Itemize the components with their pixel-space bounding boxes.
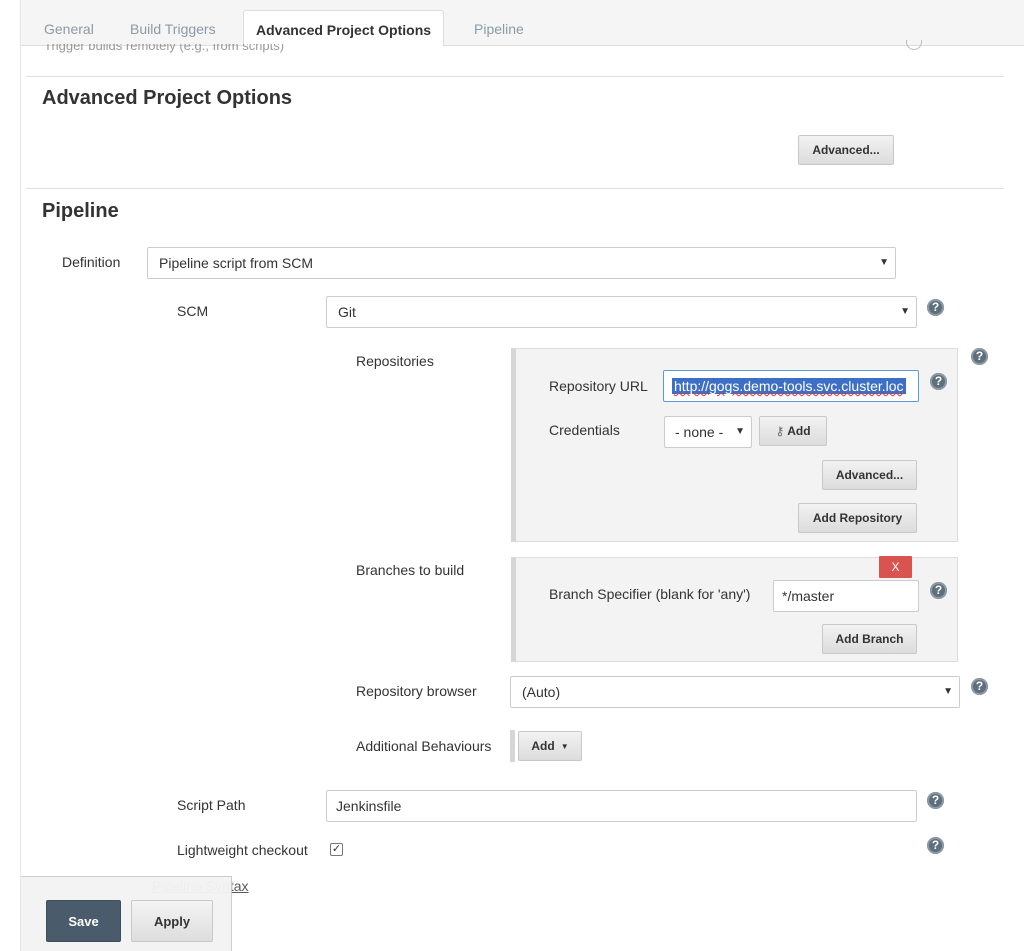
add-repository-button[interactable]: Add Repository (798, 503, 917, 533)
chevron-down-icon: ▼ (735, 426, 745, 437)
pipeline-title: Pipeline (42, 200, 119, 222)
repository-url-value: http://gogs.demo-tools.svc.cluster.loc (672, 378, 906, 394)
help-icon[interactable]: ? (971, 348, 988, 365)
add-branch-button[interactable]: Add Branch (822, 624, 917, 654)
add-behaviour-label: Add (531, 739, 555, 753)
help-icon[interactable] (906, 40, 922, 50)
behaviours-bar (510, 730, 515, 762)
left-border (0, 0, 21, 951)
chevron-down-icon: ▼ (879, 257, 889, 268)
tab-pipeline[interactable]: Pipeline (462, 10, 536, 46)
tab-build-triggers[interactable]: Build Triggers (118, 10, 228, 46)
key-icon: ⚷ (775, 424, 785, 438)
branches-to-build-label: Branches to build (356, 562, 465, 578)
chevron-down-icon: ▼ (560, 741, 569, 751)
repository-advanced-button[interactable]: Advanced... (822, 460, 917, 490)
script-path-input[interactable]: Jenkinsfile (326, 790, 917, 822)
help-icon[interactable]: ? (927, 792, 944, 809)
advanced-button[interactable]: Advanced... (798, 135, 894, 165)
add-credentials-button[interactable]: ⚷ Add (759, 416, 827, 446)
help-icon[interactable]: ? (930, 373, 947, 390)
divider (26, 76, 1004, 77)
help-icon[interactable]: ? (971, 678, 988, 695)
scm-label: SCM (177, 303, 209, 319)
lightweight-checkout-checkbox[interactable]: ✓ (330, 843, 343, 856)
remove-branch-button[interactable]: X (879, 556, 912, 578)
branch-specifier-input[interactable]: */master (773, 580, 919, 612)
branch-specifier-label: Branch Specifier (blank for 'any') (549, 586, 751, 602)
repository-url-label: Repository URL (549, 378, 648, 394)
scm-select[interactable]: Git ▼ (326, 296, 917, 328)
definition-select[interactable]: Pipeline script from SCM ▼ (147, 247, 896, 279)
divider (26, 188, 1004, 189)
trigger-builds-remotely-row: Trigger builds remotely (e.g., from scri… (44, 44, 285, 53)
add-credentials-label: Add (787, 424, 811, 438)
repositories-label: Repositories (356, 353, 434, 369)
script-path-label: Script Path (177, 797, 246, 813)
credentials-value: - none - (675, 424, 724, 440)
additional-behaviours-label: Additional Behaviours (356, 738, 492, 754)
repository-url-input[interactable]: http://gogs.demo-tools.svc.cluster.loc (663, 370, 919, 402)
lightweight-checkout-label: Lightweight checkout (177, 842, 308, 858)
tab-advanced-project-options[interactable]: Advanced Project Options (243, 10, 445, 47)
repository-browser-value: (Auto) (522, 684, 561, 700)
definition-value: Pipeline script from SCM (159, 255, 314, 271)
config-tab-bar: General Build Triggers Advanced Project … (21, 0, 1024, 47)
scm-value: Git (338, 304, 356, 320)
tab-general[interactable]: General (32, 10, 106, 46)
help-icon[interactable]: ? (930, 582, 947, 599)
credentials-label: Credentials (549, 422, 620, 438)
definition-label: Definition (62, 254, 121, 270)
advanced-project-options-title: Advanced Project Options (42, 87, 293, 109)
credentials-select[interactable]: - none - ▼ (664, 416, 752, 448)
add-behaviour-button[interactable]: Add ▼ (518, 731, 582, 761)
help-icon[interactable]: ? (927, 837, 944, 854)
help-icon[interactable]: ? (927, 299, 944, 316)
chevron-down-icon: ▼ (900, 306, 910, 317)
chevron-down-icon: ▼ (943, 686, 953, 697)
apply-button[interactable]: Apply (131, 900, 213, 942)
repository-browser-label: Repository browser (356, 683, 477, 699)
repository-browser-select[interactable]: (Auto) ▼ (510, 676, 960, 708)
save-button[interactable]: Save (46, 900, 121, 942)
